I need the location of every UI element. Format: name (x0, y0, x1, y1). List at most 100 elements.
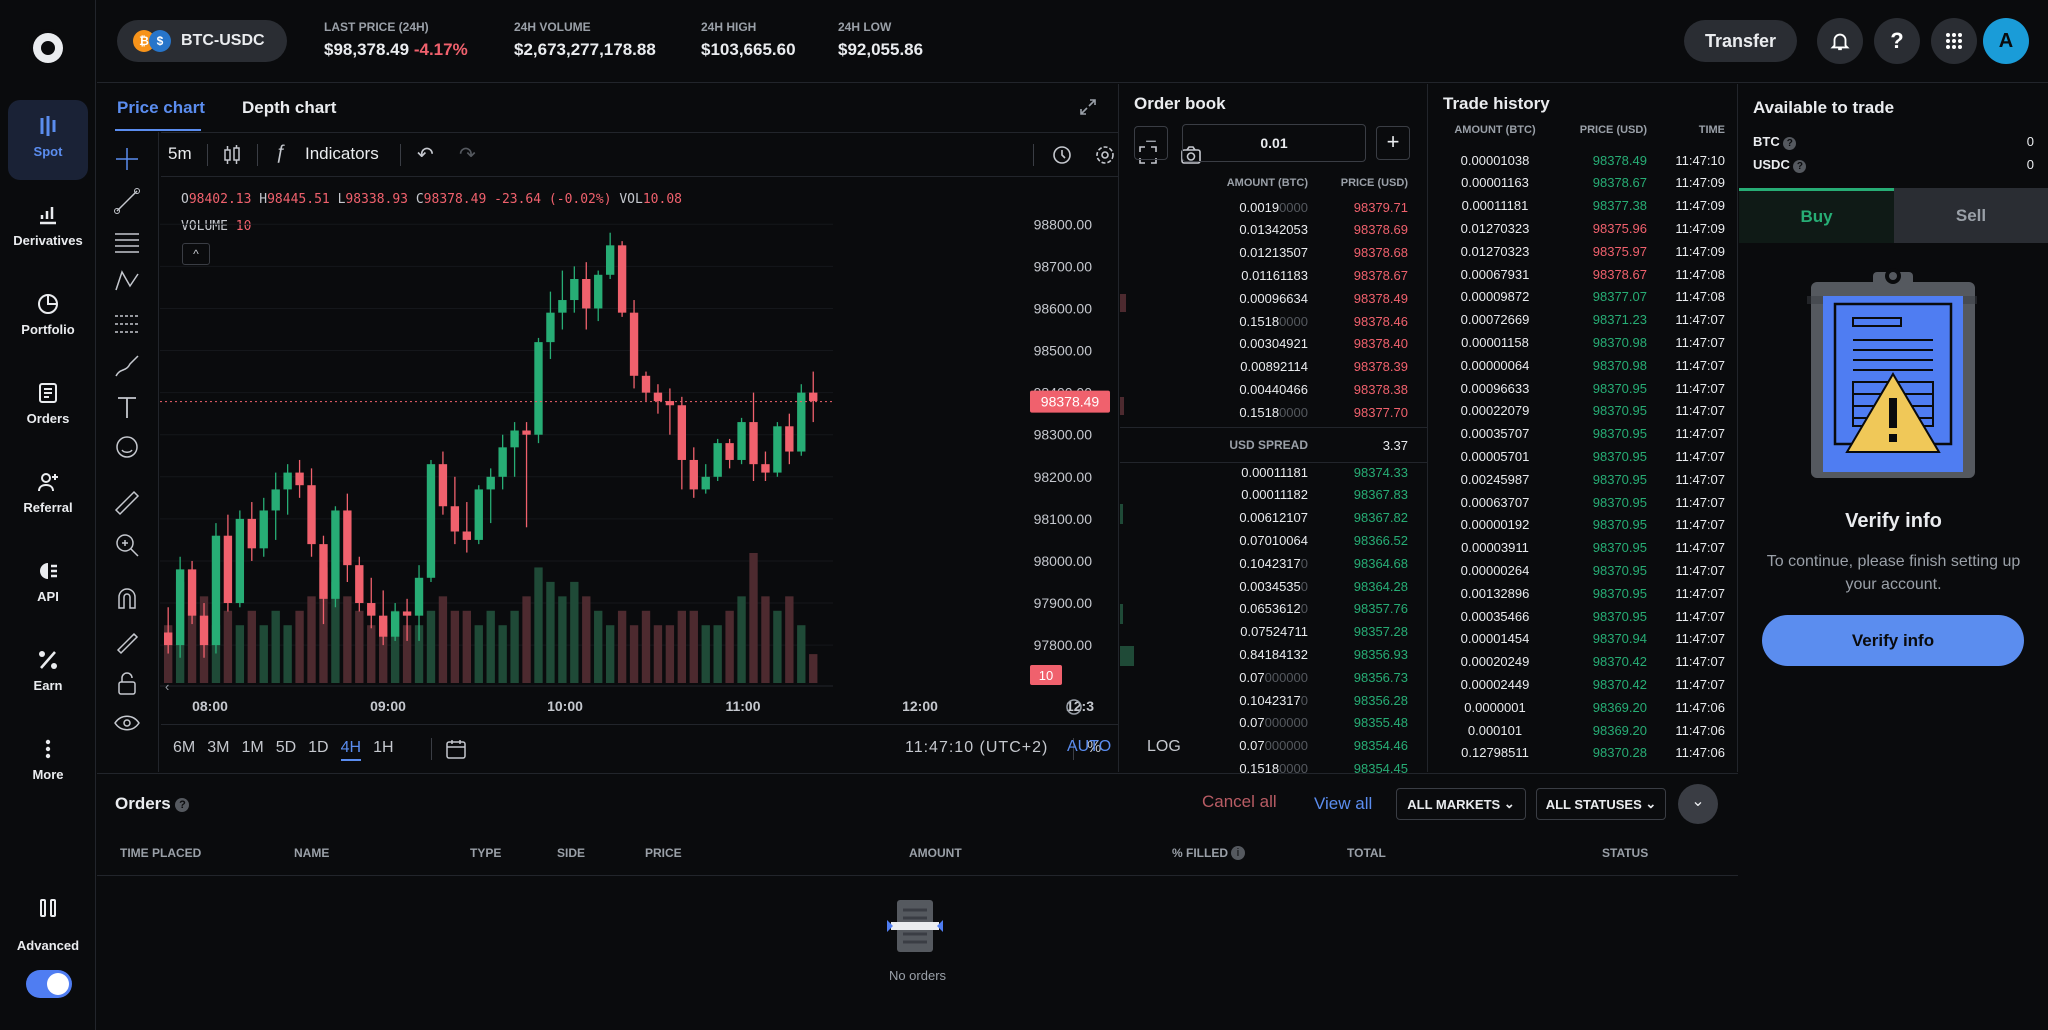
sidebar-item-portfolio[interactable]: Portfolio (8, 278, 88, 358)
order-book-row[interactable]: 0.00892114 98378.39 (1120, 357, 1428, 377)
order-book-row[interactable]: 0.84184132 98356.93 (1120, 644, 1428, 664)
status-filter[interactable]: ALL STATUSES ⌄ (1536, 788, 1666, 820)
volume-bar (665, 625, 675, 683)
price-chart[interactable]: 98800.0098700.0098600.0098500.0098400.00… (160, 178, 1118, 724)
info-icon[interactable]: ? (175, 797, 190, 812)
replay-icon[interactable] (1051, 144, 1073, 166)
order-book-row[interactable]: 0.07000000 98354.46 (1120, 736, 1428, 756)
interval-selector[interactable]: 5m (168, 144, 192, 164)
trade-price: 98370.95 (1592, 494, 1647, 510)
info-icon[interactable]: i (1231, 846, 1245, 860)
buy-tab[interactable]: Buy (1739, 188, 1894, 243)
emoji-icon[interactable] (112, 432, 142, 462)
text-icon[interactable] (112, 392, 142, 422)
range-5d[interactable]: 5D (276, 739, 296, 761)
order-book-row[interactable]: 0.01213507 98378.68 (1120, 243, 1428, 263)
order-book-row[interactable]: 0.07010064 98366.52 (1120, 530, 1428, 550)
volume-bar (462, 610, 471, 683)
range-1m[interactable]: 1M (241, 739, 263, 761)
sell-tab[interactable]: Sell (1894, 188, 2048, 243)
order-book-row[interactable]: 0.07000000 98355.48 (1120, 713, 1428, 733)
redo-icon[interactable]: ↷ (459, 142, 476, 167)
verify-info-button[interactable]: Verify info (1762, 615, 2024, 666)
trend-line-icon[interactable] (112, 186, 142, 216)
range-6m[interactable]: 6M (173, 739, 195, 761)
crosshair-icon[interactable] (112, 144, 142, 174)
notifications-button[interactable] (1817, 18, 1863, 64)
order-book-row[interactable]: 0.00304921 98378.40 (1120, 334, 1428, 354)
ruler-icon[interactable] (112, 488, 142, 518)
markets-filter[interactable]: ALL MARKETS ⌄ (1396, 788, 1526, 820)
chart-clock[interactable]: 11:47:10 (UTC+2) (905, 739, 1048, 757)
candle-type-icon[interactable] (221, 144, 243, 166)
sidebar-item-more[interactable]: More (8, 723, 88, 803)
indicators-button[interactable]: Indicators (305, 144, 379, 164)
sidebar-item-api[interactable]: API (8, 545, 88, 625)
order-book-row[interactable]: 0.01161183 98378.67 (1120, 265, 1428, 285)
undo-icon[interactable]: ↶ (417, 142, 434, 167)
tab-price-chart[interactable]: Price chart (117, 98, 205, 118)
transfer-button[interactable]: Transfer (1684, 20, 1797, 62)
stat-value: $103,665.60 (701, 40, 796, 59)
sidebar-item-referral[interactable]: Referral (8, 456, 88, 536)
advanced-toggle[interactable] (26, 970, 72, 998)
y-tick-label: 98500.00 (1034, 343, 1093, 359)
view-all-button[interactable]: View all (1314, 794, 1372, 814)
range-1d[interactable]: 1D (308, 739, 328, 761)
info-icon[interactable]: ? (1783, 137, 1797, 150)
sidebar-item-derivatives[interactable]: Derivatives (8, 189, 88, 269)
order-book-row[interactable]: 0.00011182 98367.83 (1120, 485, 1428, 505)
range-4h[interactable]: 4H (340, 739, 362, 761)
magnet-icon[interactable] (112, 584, 142, 614)
sidebar-item-orders[interactable]: Orders (8, 367, 88, 447)
volume-bar (510, 610, 519, 683)
settings-icon[interactable] (1094, 144, 1116, 166)
help-button[interactable]: ? (1874, 18, 1920, 64)
eye-icon[interactable] (112, 708, 142, 738)
collapse-orders-button[interactable]: ⌄ (1678, 784, 1718, 824)
info-icon[interactable]: ? (1793, 160, 1807, 173)
order-book-row[interactable]: 0.00096634 98378.49 (1120, 288, 1428, 308)
tab-depth-chart[interactable]: Depth chart (242, 98, 336, 118)
order-book-row[interactable]: 0.00345350 98364.28 (1120, 576, 1428, 596)
cancel-all-button[interactable]: Cancel all (1202, 792, 1277, 812)
bell-icon (1830, 33, 1850, 51)
calendar-icon[interactable] (445, 738, 467, 760)
brush-icon[interactable] (112, 350, 142, 380)
step-input[interactable]: 0.01 (1182, 124, 1366, 162)
order-book-row[interactable]: 0.10423170 98364.68 (1120, 553, 1428, 573)
lock-icon[interactable] (112, 668, 142, 698)
order-book-row[interactable]: 0.01342053 98378.69 (1120, 220, 1428, 240)
order-book-row[interactable]: 0.07524711 98357.28 (1120, 622, 1428, 642)
lock-drawing-icon[interactable] (112, 626, 142, 656)
order-book-row[interactable]: 0.00011181 98374.33 (1120, 462, 1428, 482)
order-book-row[interactable]: 0.10423170 98356.28 (1120, 690, 1428, 710)
pair-selector[interactable]: ₿ $ BTC-USDC (117, 20, 287, 62)
order-book-row[interactable]: 0.06536120 98357.76 (1120, 599, 1428, 619)
avatar[interactable]: A (1983, 18, 2029, 64)
sidebar-item-spot[interactable]: Spot (8, 100, 88, 180)
expand-icon[interactable] (1079, 98, 1097, 116)
scroll-left-icon[interactable]: ‹ (165, 679, 169, 694)
order-book-row[interactable]: 0.00440466 98378.38 (1120, 379, 1428, 399)
order-book-row[interactable]: 0.15180000 98378.46 (1120, 311, 1428, 331)
x-tick-label: 09:00 (370, 698, 406, 714)
stat-value: $92,055.86 (838, 40, 924, 59)
pattern-icon[interactable] (112, 266, 142, 296)
referral-icon (38, 473, 58, 492)
coinbase-logo[interactable] (28, 28, 68, 68)
order-book-row[interactable]: 0.15180000 98377.70 (1120, 402, 1428, 422)
order-book-row[interactable]: 0.07000000 98356.73 (1120, 667, 1428, 687)
range-1h[interactable]: 1H (373, 739, 393, 761)
fib-icon[interactable] (112, 226, 142, 256)
apps-button[interactable] (1931, 18, 1977, 64)
decrease-step-button[interactable]: − (1134, 126, 1168, 160)
auto-toggle[interactable]: AUTO (1067, 738, 1111, 756)
order-book-row[interactable]: 0.00612107 98367.82 (1120, 508, 1428, 528)
projection-icon[interactable] (112, 308, 142, 338)
sidebar-item-earn[interactable]: Earn (8, 634, 88, 714)
increase-step-button[interactable]: + (1376, 126, 1410, 160)
order-book-row[interactable]: 0.00190000 98379.71 (1120, 197, 1428, 217)
range-3m[interactable]: 3M (207, 739, 229, 761)
zoom-in-icon[interactable] (112, 530, 142, 560)
